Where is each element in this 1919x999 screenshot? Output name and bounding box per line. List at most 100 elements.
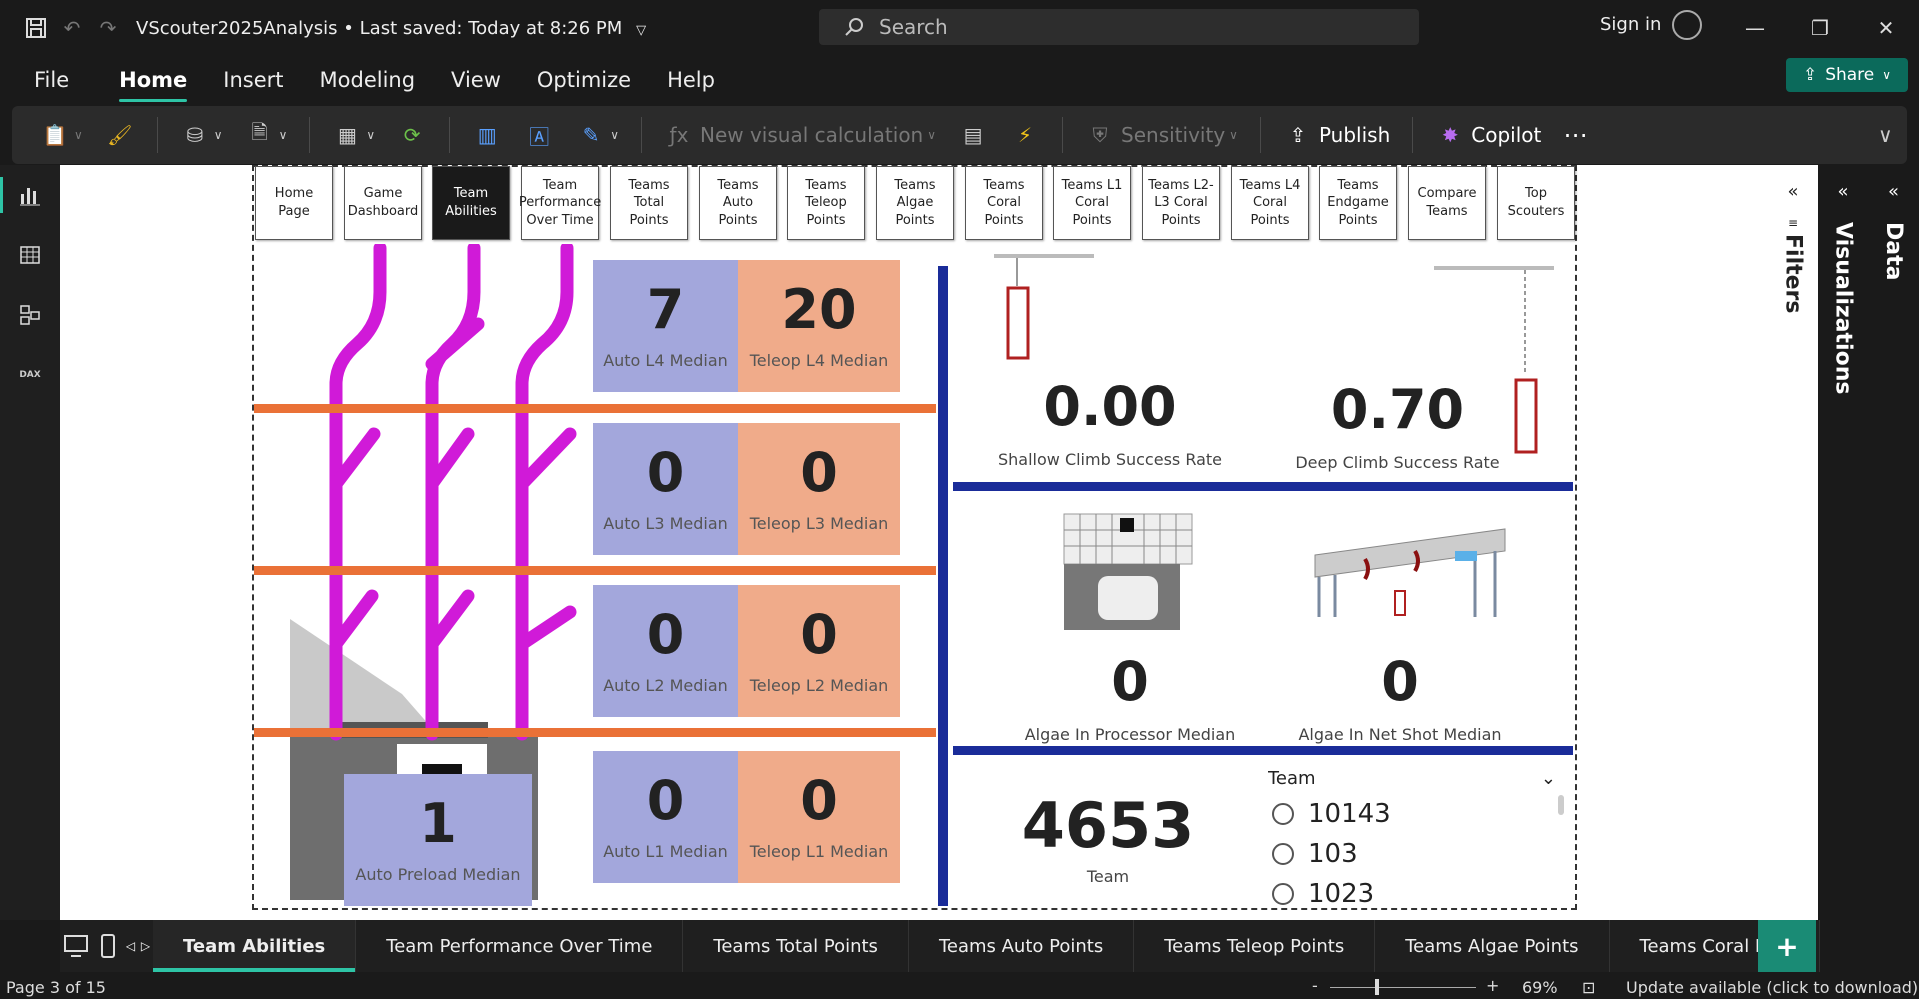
mobile-layout-icon[interactable] [93, 933, 123, 959]
slicer-option[interactable]: 1023 [1272, 879, 1568, 908]
menu-help[interactable]: Help [667, 62, 715, 98]
new-visual-button[interactable]: ▥ [472, 120, 502, 150]
window-title[interactable]: VScouter2025Analysis • Last saved: Today… [136, 18, 646, 39]
new-measure-button[interactable]: ▤ [958, 120, 988, 150]
add-page-button[interactable]: + [1758, 920, 1816, 972]
visualizations-pane[interactable]: « Visualizations [1818, 165, 1868, 920]
kpi-teleop-l1[interactable]: 0 Teleop L1 Median [738, 751, 900, 883]
tab-teams-algae-points[interactable]: Teams Algae Points [1375, 920, 1610, 972]
redo-icon[interactable]: ↷ [90, 10, 126, 46]
collapse-ribbon-button[interactable]: ∨ [1878, 123, 1893, 147]
nav-button[interactable]: Teams Endgame Points [1319, 166, 1397, 240]
kpi-auto-preload[interactable]: 1 Auto Preload Median [344, 774, 532, 906]
report-view-icon[interactable] [0, 165, 60, 225]
new-visual-calculation-button[interactable]: ƒx New visual calculation ∨ [664, 120, 937, 150]
collapse-icon[interactable]: « [1837, 181, 1848, 202]
tab-teams-total-points[interactable]: Teams Total Points [683, 920, 909, 972]
publish-button[interactable]: ⇪ Publish [1283, 120, 1391, 150]
shallow-climb-card[interactable]: 0.00 Shallow Climb Success Rate [995, 380, 1225, 470]
kpi-auto-l4[interactable]: 7 Auto L4 Median [593, 260, 738, 392]
save-icon[interactable] [18, 10, 54, 46]
nav-button[interactable]: Teams Coral Points [965, 166, 1043, 240]
zoom-level[interactable]: 69% [1522, 978, 1558, 997]
update-notice[interactable]: Update available (click to download) [1626, 978, 1918, 997]
nav-button[interactable]: Teams Teleop Points [787, 166, 865, 240]
team-slicer[interactable]: Team ⌄ 10143 103 1023 [1268, 768, 1568, 908]
nav-button[interactable]: Game Dashboard [344, 166, 422, 240]
radio-button[interactable] [1272, 803, 1294, 825]
text-box-button[interactable]: 🄰 [524, 120, 554, 150]
get-data-button[interactable]: ⛁ ∨ [180, 120, 222, 150]
nav-button[interactable]: Teams L4 Coral Points [1231, 166, 1309, 240]
share-button[interactable]: ⇪ Share ∨ [1786, 58, 1908, 92]
recent-sources-button[interactable]: 🗎 ∨ [245, 120, 288, 150]
tab-teams-teleop-points[interactable]: Teams Teleop Points [1134, 920, 1376, 972]
fit-to-page-icon[interactable]: ⊡ [1582, 978, 1595, 997]
nav-button[interactable]: Teams Auto Points [699, 166, 777, 240]
algae-net-card[interactable]: 0 Algae In Net Shot Median [1285, 655, 1515, 745]
tab-scroll-right-icon[interactable]: ▷ [138, 939, 153, 953]
slicer-option[interactable]: 103 [1272, 839, 1568, 869]
more-visuals-button[interactable]: ✎ ∨ [576, 120, 619, 150]
data-pane[interactable]: « Data [1868, 165, 1919, 920]
tab-team-performance[interactable]: Team Performance Over Time [356, 920, 684, 972]
zoom-in-button[interactable]: + [1486, 976, 1499, 995]
slicer-scrollbar[interactable] [1558, 795, 1564, 815]
kpi-auto-l3[interactable]: 0 Auto L3 Median [593, 423, 738, 555]
model-view-icon[interactable] [0, 285, 60, 345]
zoom-slider-thumb[interactable] [1375, 979, 1379, 995]
menu-modeling[interactable]: Modeling [320, 62, 416, 98]
collapse-icon[interactable]: « [1787, 181, 1798, 202]
quick-measure-button[interactable]: ⚡ [1010, 120, 1040, 150]
algae-processor-card[interactable]: 0 Algae In Processor Median [1010, 655, 1250, 745]
nav-button[interactable]: Teams L1 Coral Points [1053, 166, 1131, 240]
team-card[interactable]: 4653 Team [1018, 795, 1198, 887]
undo-icon[interactable]: ↶ [54, 10, 90, 46]
menu-view[interactable]: View [451, 62, 501, 98]
paste-button[interactable]: 📋 ∨ [40, 120, 83, 150]
nav-button[interactable]: Top Scouters [1497, 166, 1575, 240]
minimize-icon[interactable]: — [1735, 10, 1775, 46]
radio-button[interactable] [1272, 883, 1294, 905]
dax-query-view-icon[interactable]: DAX [0, 345, 60, 405]
menu-file[interactable]: File [34, 62, 69, 98]
desktop-layout-icon[interactable] [60, 934, 93, 958]
avatar-icon[interactable] [1672, 10, 1702, 40]
kpi-teleop-l2[interactable]: 0 Teleop L2 Median [738, 585, 900, 717]
search-input[interactable]: Search [819, 9, 1419, 45]
tab-teams-auto-points[interactable]: Teams Auto Points [909, 920, 1135, 972]
chevron-down-icon[interactable]: ⌄ [1541, 768, 1556, 789]
tab-team-abilities[interactable]: Team Abilities [152, 920, 357, 972]
copilot-button[interactable]: ✸ Copilot [1435, 120, 1541, 150]
menu-optimize[interactable]: Optimize [537, 62, 631, 98]
sensitivity-button[interactable]: ⛨ Sensitivity ∨ [1085, 120, 1238, 150]
kpi-auto-l1[interactable]: 0 Auto L1 Median [593, 751, 738, 883]
format-painter-button[interactable]: 🖌 [105, 120, 135, 150]
menu-insert[interactable]: Insert [223, 62, 283, 98]
filters-pane[interactable]: « ≡ Filters [1768, 165, 1818, 920]
nav-button[interactable]: Team Abilities [432, 166, 510, 240]
zoom-out-button[interactable]: - [1312, 976, 1318, 995]
nav-button[interactable]: Team Performance Over Time [519, 166, 601, 240]
deep-climb-card[interactable]: 0.70 Deep Climb Success Rate [1280, 383, 1515, 473]
table-view-icon[interactable] [0, 225, 60, 285]
radio-button[interactable] [1272, 843, 1294, 865]
nav-button[interactable]: Teams Total Points [610, 166, 688, 240]
sign-in-link[interactable]: Sign in [1600, 14, 1661, 35]
close-icon[interactable]: ✕ [1866, 10, 1906, 46]
menu-home[interactable]: Home [119, 62, 188, 102]
refresh-button[interactable]: ⟳ [397, 120, 427, 150]
nav-button[interactable]: Home Page [255, 166, 333, 240]
nav-button[interactable]: Teams Algae Points [876, 166, 954, 240]
collapse-icon[interactable]: « [1888, 181, 1899, 202]
slicer-option[interactable]: 10143 [1272, 799, 1568, 829]
transform-data-button[interactable]: ▦ ∨ [332, 120, 375, 150]
more-options-button[interactable]: ⋯ [1563, 121, 1587, 149]
nav-button[interactable]: Teams L2-L3 Coral Points [1142, 166, 1220, 240]
zoom-slider[interactable] [1330, 987, 1476, 988]
kpi-auto-l2[interactable]: 0 Auto L2 Median [593, 585, 738, 717]
nav-button[interactable]: Compare Teams [1408, 166, 1486, 240]
kpi-teleop-l3[interactable]: 0 Teleop L3 Median [738, 423, 900, 555]
kpi-teleop-l4[interactable]: 20 Teleop L4 Median [738, 260, 900, 392]
restore-icon[interactable]: ❐ [1800, 10, 1840, 46]
